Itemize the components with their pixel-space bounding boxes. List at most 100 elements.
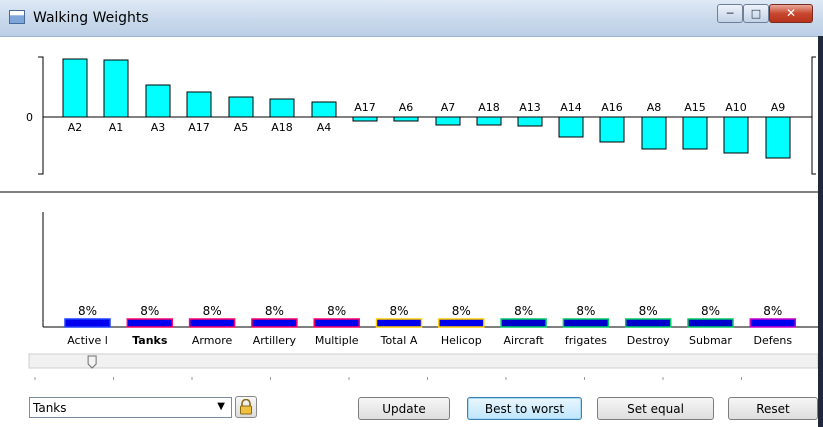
bar-a10: [723, 116, 749, 154]
bar-label-a17: A17: [188, 121, 210, 134]
bar-a8: [641, 116, 667, 150]
weight-category-5: Multiple: [315, 334, 359, 347]
bar-a17: [352, 116, 378, 122]
bar-label-a5: A5: [234, 121, 249, 134]
weight-category-12: Defens: [754, 334, 793, 347]
weight-category-2: Tanks: [132, 334, 168, 347]
weight-category-4: Artillery: [253, 334, 297, 347]
weight-category-9: frigates: [565, 334, 607, 347]
bar-label-a14: A14: [560, 101, 582, 114]
weight-value-5: 8%: [327, 304, 346, 318]
weight-bar-2: [126, 318, 174, 328]
weight-value-6: 8%: [389, 304, 408, 318]
bar-a14: [558, 116, 584, 138]
weight-category-11: Submar: [689, 334, 732, 347]
bar-label-a10: A10: [725, 101, 747, 114]
bar-a1: [103, 59, 129, 118]
bar-a6: [393, 116, 419, 122]
weight-category-8: Aircraft: [504, 334, 545, 347]
weight-slider-track[interactable]: [28, 353, 819, 369]
bar-label-a6: A6: [399, 101, 414, 114]
weight-value-10: 8%: [639, 304, 658, 318]
weight-bar-5: [313, 318, 360, 328]
bar-label-a15: A15: [684, 101, 706, 114]
weight-category-3: Armore: [192, 334, 233, 347]
bar-label-a1: A1: [109, 121, 124, 134]
maximize-icon: □: [750, 7, 762, 20]
weight-value-7: 8%: [452, 304, 471, 318]
weight-value-4: 8%: [265, 304, 284, 318]
close-button[interactable]: ✕: [769, 4, 813, 23]
top-left-bracket: [38, 56, 44, 175]
bar-label-a4: A4: [317, 121, 332, 134]
weight-value-2: 8%: [140, 304, 159, 318]
dropdown-arrow-icon: ▼: [217, 401, 225, 412]
weight-value-9: 8%: [576, 304, 595, 318]
bar-label-a13: A13: [519, 101, 541, 114]
bar-label-a2: A2: [68, 121, 83, 134]
window-frame-edge: [818, 36, 823, 427]
weights-bar-chart: 8% Active l 8% Tanks 8% Armore 8% Artillery 8% Mu…: [64, 304, 797, 347]
slider-ticks: [34, 377, 821, 380]
bar-a13: [517, 116, 543, 127]
weight-category-1: Active l: [67, 334, 108, 347]
bar-a4: [311, 101, 337, 118]
criterion-dropdown-value: Tanks: [33, 401, 67, 415]
bar-label-a18: A18: [478, 101, 500, 114]
bar-a7: [435, 116, 461, 126]
bar-a9: [765, 116, 791, 159]
weight-bar-9: [562, 318, 610, 328]
weight-bar-1: [64, 318, 111, 328]
lock-button[interactable]: [235, 396, 257, 418]
reset-button[interactable]: Reset: [728, 397, 818, 420]
bar-a15: [682, 116, 708, 150]
weight-value-3: 8%: [203, 304, 222, 318]
weight-bar-8: [500, 318, 547, 328]
bar-a2: [62, 58, 88, 118]
weight-category-6: Total A: [380, 334, 418, 347]
walking-weights-window: Walking Weights ─ □ ✕ 0 A2 A1 A3 A17 A5 A18 A4…: [0, 0, 823, 427]
set-equal-button[interactable]: Set equal: [597, 397, 714, 420]
weights-chart-area: 0 A2 A1 A3 A17 A5 A18 A4 A17 A6 A7 A18 A13 A14 A16 A8 A…: [0, 37, 821, 397]
weight-value-12: 8%: [763, 304, 782, 318]
bar-label-a16: A16: [601, 101, 623, 114]
lock-icon: [240, 399, 252, 415]
weight-bar-4: [251, 318, 298, 328]
bar-a16: [599, 116, 625, 143]
title-bar[interactable]: Walking Weights ─ □ ✕: [0, 0, 823, 37]
top-right-bracket: [811, 56, 816, 175]
minimize-icon: ─: [726, 7, 734, 20]
bar-a18: [476, 116, 502, 126]
bar-label-a18: A18: [271, 121, 293, 134]
weight-category-7: Helicop: [441, 334, 482, 347]
bar-a17: [186, 91, 212, 118]
bar-label-a3: A3: [151, 121, 166, 134]
weight-category-10: Destroy: [627, 334, 670, 347]
weights-charts-svg: 0 A2 A1 A3 A17 A5 A18 A4A17 A6 A7 A18 A13 A14 A16 A8 A…: [0, 56, 821, 380]
close-icon: ✕: [785, 6, 797, 20]
weight-bar-12: [749, 318, 797, 328]
bar-label-a8: A8: [647, 101, 662, 114]
best-to-worst-button[interactable]: Best to worst: [467, 397, 582, 420]
bar-a18: [269, 98, 295, 118]
app-icon: [9, 10, 25, 24]
weight-value-11: 8%: [701, 304, 720, 318]
ranking-bar-chart: A2 A1 A3 A17 A5 A18 A4 A17 A6 A7 A18 A13 A14 A16 A8 A15…: [43, 58, 812, 159]
bar-a3: [145, 84, 171, 118]
weight-bar-7: [438, 318, 485, 328]
criterion-dropdown[interactable]: Tanks ▼: [29, 397, 232, 418]
maximize-button[interactable]: □: [743, 4, 769, 23]
bar-a5: [228, 96, 254, 118]
zero-axis-label: 0: [26, 111, 33, 124]
bar-label-a9: A9: [771, 101, 786, 114]
weight-bar-11: [687, 318, 734, 328]
window-title: Walking Weights: [33, 10, 149, 26]
bar-label-a7: A7: [441, 101, 456, 114]
bar-label-a17: A17: [354, 101, 376, 114]
update-button[interactable]: Update: [358, 397, 450, 420]
weight-value-8: 8%: [514, 304, 533, 318]
weight-bar-6: [375, 318, 423, 328]
bottom-controls: Tanks ▼ Update Best to worst Set equal R…: [0, 385, 818, 427]
weight-bar-10: [624, 318, 672, 328]
minimize-button[interactable]: ─: [717, 4, 743, 23]
